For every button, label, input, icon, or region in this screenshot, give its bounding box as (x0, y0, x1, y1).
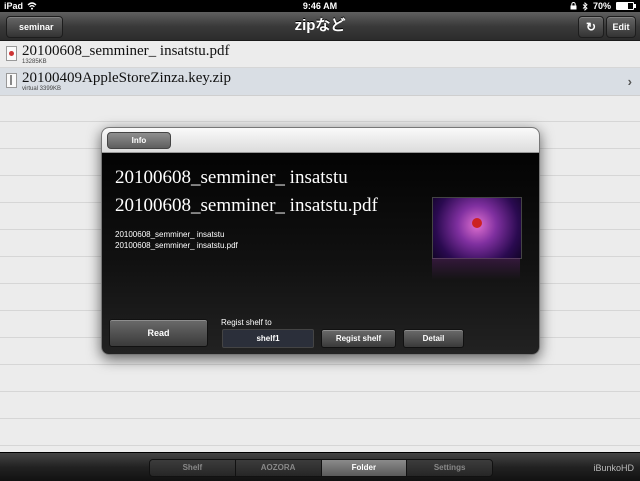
status-time: 9:46 AM (302, 1, 338, 11)
file-row-pdf[interactable]: 20100608_semminer_ insatstu.pdf 13285KB (0, 41, 640, 69)
document-title-small: 20100608_semminer_ insatstu (115, 230, 225, 239)
tab-bar: Shelf AOZORA Folder Settings iBunkoHD (0, 452, 640, 481)
file-size: virtual 3399KB (22, 86, 62, 92)
info-tab[interactable]: Info (107, 132, 171, 149)
chevron-right-icon: › (627, 74, 632, 89)
tab-segment: Shelf AOZORA Folder Settings (149, 459, 493, 477)
pdf-file-icon (6, 46, 17, 61)
bluetooth-icon (582, 1, 588, 11)
tab-aozora[interactable]: AOZORA (235, 460, 322, 476)
shelf-select[interactable]: shelf1 (222, 329, 314, 348)
status-left: iPad (4, 0, 37, 12)
thumbnail-reflection (432, 258, 520, 280)
battery-icon (616, 2, 636, 10)
device-label: iPad (4, 1, 24, 11)
file-name: 20100409AppleStoreZinza.key.zip (22, 70, 231, 86)
file-name: 20100608_semminer_ insatstu.pdf (22, 43, 230, 59)
navigation-bar: seminar zipなど ↻ Edit (0, 12, 640, 41)
zip-file-icon (6, 73, 17, 88)
status-bar: iPad 9:46 AM 70% (0, 0, 640, 12)
status-right: 70% (570, 0, 636, 12)
read-button[interactable]: Read (109, 319, 208, 347)
dialog-header: Info (102, 128, 539, 153)
document-filename-small: 20100608_semminer_ insatstu.pdf (115, 241, 238, 250)
document-thumbnail (432, 197, 522, 259)
battery-fill (617, 3, 629, 9)
refresh-icon[interactable]: ↻ (578, 16, 604, 38)
regist-shelf-button[interactable]: Regist shelf (321, 329, 396, 348)
file-size: 13285KB (22, 59, 47, 65)
info-dialog: Info 20100608_semminer_ insatstu 2010060… (101, 127, 540, 355)
lock-icon (570, 2, 577, 10)
file-row-zip[interactable]: 20100409AppleStoreZinza.key.zip virtual … (0, 68, 640, 96)
wifi-icon (27, 2, 37, 10)
detail-button[interactable]: Detail (403, 329, 464, 348)
tab-folder[interactable]: Folder (321, 460, 408, 476)
battery-percent: 70% (592, 1, 611, 11)
page-title: zipなど (294, 17, 346, 34)
app-brand: iBunkoHD (593, 463, 634, 473)
regist-shelf-to-label: Regist shelf to (221, 318, 272, 327)
tab-shelf[interactable]: Shelf (150, 460, 236, 476)
document-filename: 20100608_semminer_ insatstu.pdf (115, 195, 378, 216)
edit-button[interactable]: Edit (606, 16, 636, 38)
document-title: 20100608_semminer_ insatstu (115, 167, 348, 188)
apple-logo-icon (472, 218, 482, 228)
tab-settings[interactable]: Settings (407, 460, 492, 476)
